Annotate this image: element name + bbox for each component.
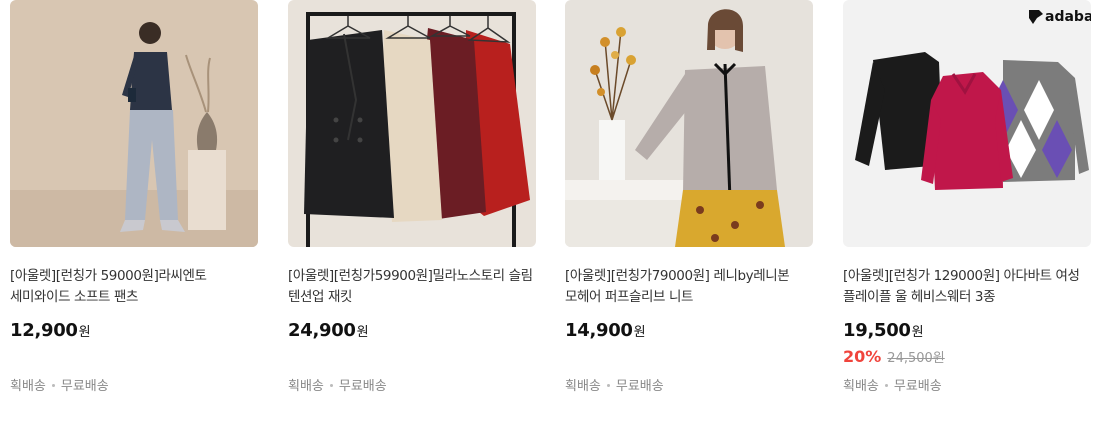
- product-image[interactable]: [288, 0, 536, 247]
- product-title[interactable]: [아울렛][런칭가79000원] 레니by레니본 모헤어 퍼프슬리브 니트: [565, 266, 817, 308]
- product-card[interactable]: [아울렛][런칭가59900원]밀라노스토리 슬림 텐션업 재킷 24,900원…: [288, 0, 536, 423]
- product-card[interactable]: [아울렛][런칭가 59000원]라씨엔토 세미와이드 소프트 팬츠 12,90…: [10, 0, 258, 423]
- shipping-info: 획배송 무료배송: [10, 375, 109, 394]
- product-price: 24,900원: [288, 320, 369, 341]
- shipping-tag: 획배송: [10, 379, 46, 394]
- discount-info: 20% 24,500원: [843, 347, 945, 366]
- product-photo-knit: [565, 0, 813, 247]
- product-card[interactable]: adabat [아울렛][런칭가 129000원] 아다바트 여성 플레이플 울…: [843, 0, 1091, 423]
- shipping-tag: 무료배송: [893, 379, 942, 394]
- product-title[interactable]: [아울렛][런칭가 129000원] 아다바트 여성 플레이플 울 헤비스웨터 …: [843, 266, 1095, 308]
- shipping-tag: 무료배송: [615, 379, 664, 394]
- shipping-info: 획배송 무료배송: [843, 375, 942, 394]
- separator-dot: [606, 384, 610, 387]
- discount-rate: 20%: [843, 347, 882, 366]
- shipping-tag: 무료배송: [60, 379, 109, 394]
- shipping-tag: 획배송: [565, 379, 601, 394]
- product-title[interactable]: [아울렛][런칭가 59000원]라씨엔토 세미와이드 소프트 팬츠: [10, 266, 262, 308]
- product-image[interactable]: [565, 0, 813, 247]
- shipping-tag: 무료배송: [338, 379, 387, 394]
- product-price: 14,900원: [565, 320, 646, 341]
- shipping-info: 획배송 무료배송: [288, 375, 387, 394]
- price-unit: 원: [911, 325, 924, 340]
- original-price: 24,500원: [887, 351, 945, 366]
- product-photo-pants: [10, 0, 258, 247]
- product-image[interactable]: [10, 0, 258, 247]
- price-value: 24,900: [288, 320, 356, 341]
- price-value: 14,900: [565, 320, 633, 341]
- product-title[interactable]: [아울렛][런칭가59900원]밀라노스토리 슬림 텐션업 재킷: [288, 266, 540, 308]
- product-price: 19,500원: [843, 320, 924, 341]
- price-unit: 원: [356, 325, 369, 340]
- product-photo-jackets: [288, 0, 536, 247]
- product-image[interactable]: adabat: [843, 0, 1091, 247]
- product-grid: [아울렛][런칭가 59000원]라씨엔토 세미와이드 소프트 팬츠 12,90…: [0, 0, 1095, 423]
- price-value: 19,500: [843, 320, 911, 341]
- price-unit: 원: [78, 325, 91, 340]
- separator-dot: [884, 384, 888, 387]
- brand-logo: adabat: [1045, 9, 1091, 25]
- product-photo-sweaters: adabat: [843, 0, 1091, 247]
- price-unit: 원: [633, 325, 646, 340]
- product-price: 12,900원: [10, 320, 91, 341]
- shipping-tag: 획배송: [288, 379, 324, 394]
- shipping-info: 획배송 무료배송: [565, 375, 664, 394]
- product-card[interactable]: [아울렛][런칭가79000원] 레니by레니본 모헤어 퍼프슬리브 니트 14…: [565, 0, 813, 423]
- shipping-tag: 획배송: [843, 379, 879, 394]
- separator-dot: [329, 384, 333, 387]
- separator-dot: [51, 384, 55, 387]
- price-value: 12,900: [10, 320, 78, 341]
